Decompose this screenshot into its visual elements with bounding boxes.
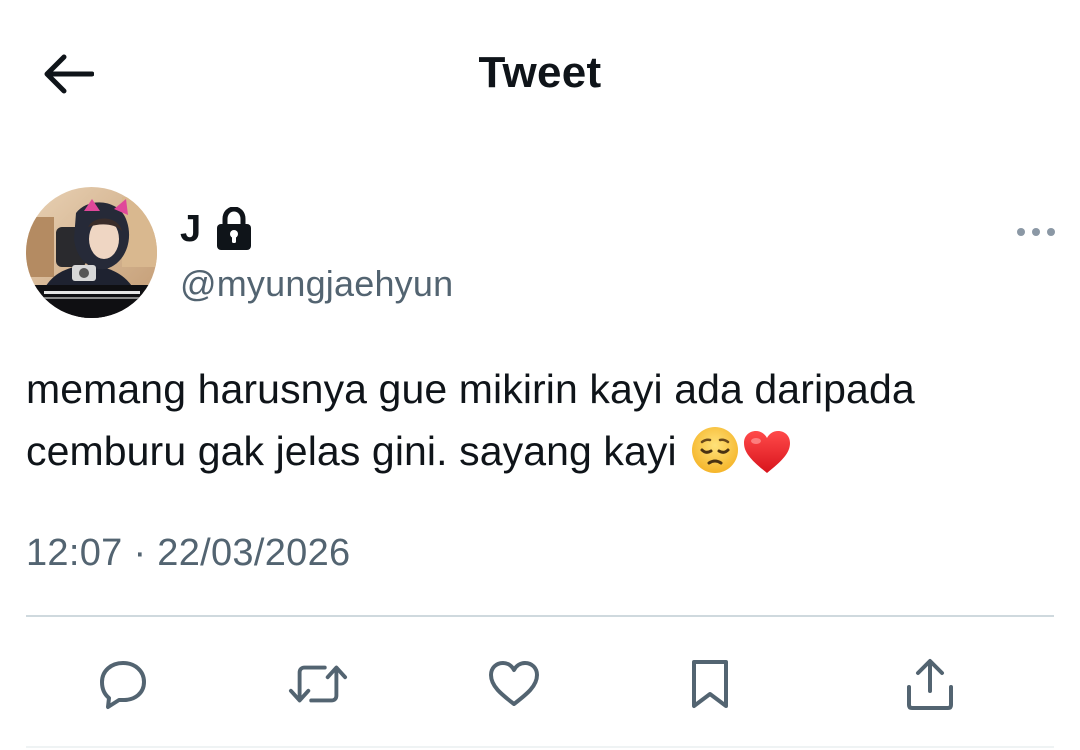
like-button[interactable] (484, 654, 544, 714)
red-heart-emoji (742, 429, 792, 492)
author-name-row: J (180, 204, 253, 254)
tweet-text-line-1: memang harusnya gue mikirin kayi ada dar… (26, 366, 915, 412)
retweet-button[interactable] (288, 654, 348, 714)
tweet-text-line-2-text: cemburu gak jelas gini. sayang kayi (26, 428, 689, 474)
tweet-timestamp[interactable]: 12:07 · 22/03/2026 (26, 532, 350, 575)
profile-photo (26, 187, 157, 318)
author-handle[interactable]: @myungjaehyun (180, 263, 453, 305)
pensive-face-emoji (690, 425, 740, 492)
more-options-button[interactable] (1012, 216, 1060, 248)
page-title: Tweet (478, 48, 602, 97)
tweet-text: memang harusnya gue mikirin kayi ada dar… (26, 358, 1056, 492)
retweet-icon (288, 665, 348, 703)
tweet-text-line-2: cemburu gak jelas gini. sayang kayi (26, 420, 1056, 492)
avatar[interactable] (26, 187, 157, 318)
more-options-icon (1017, 228, 1055, 236)
like-icon (489, 661, 539, 706)
share-button[interactable] (900, 654, 960, 714)
bookmark-button[interactable] (680, 654, 740, 714)
share-icon (907, 659, 953, 710)
bottom-divider (26, 746, 1054, 748)
display-name[interactable]: J (180, 208, 201, 251)
reply-button[interactable] (93, 654, 153, 714)
reply-icon (100, 661, 146, 709)
tweet-detail-page: Tweet J @myungjaehyun memang harusnya gu… (0, 0, 1080, 750)
lock-icon (215, 207, 253, 251)
divider (26, 615, 1054, 617)
top-bar: Tweet (0, 0, 1080, 150)
bookmark-icon (692, 660, 728, 708)
